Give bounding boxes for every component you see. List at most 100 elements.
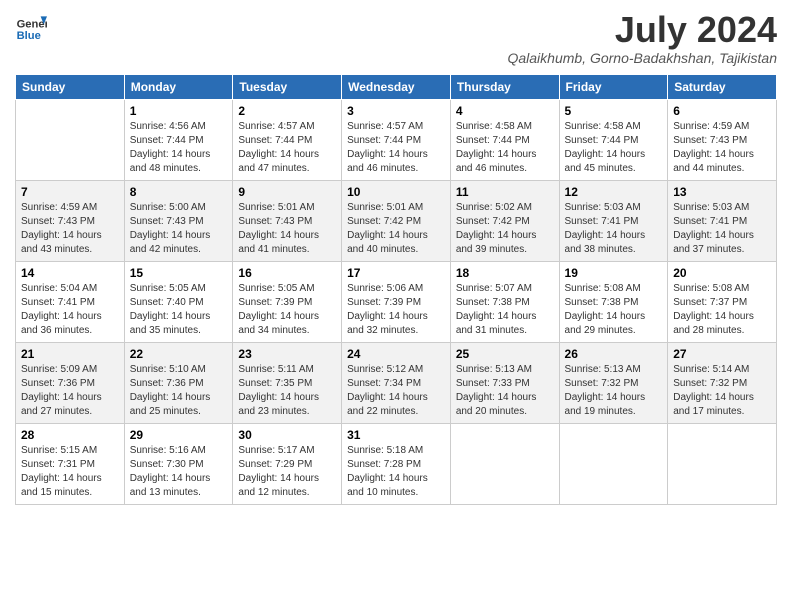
- day-number: 4: [456, 104, 554, 118]
- day-info: Sunrise: 4:58 AMSunset: 7:44 PMDaylight:…: [456, 120, 554, 176]
- day-info: Sunrise: 5:12 AMSunset: 7:34 PMDaylight:…: [347, 363, 445, 419]
- day-info: Sunrise: 5:17 AMSunset: 7:29 PMDaylight:…: [238, 444, 336, 500]
- calendar-table: SundayMondayTuesdayWednesdayThursdayFrid…: [15, 74, 777, 505]
- day-cell-7: 7Sunrise: 4:59 AMSunset: 7:43 PMDaylight…: [16, 180, 125, 261]
- day-info: Sunrise: 4:59 AMSunset: 7:43 PMDaylight:…: [21, 201, 119, 257]
- day-info: Sunrise: 5:00 AMSunset: 7:43 PMDaylight:…: [130, 201, 228, 257]
- day-info: Sunrise: 5:03 AMSunset: 7:41 PMDaylight:…: [673, 201, 771, 257]
- day-info: Sunrise: 5:05 AMSunset: 7:39 PMDaylight:…: [238, 282, 336, 338]
- day-cell-17: 17Sunrise: 5:06 AMSunset: 7:39 PMDayligh…: [342, 261, 451, 342]
- day-number: 20: [673, 266, 771, 280]
- day-cell-26: 26 Sunrise: 5:13 AMSunset: 7:32 PMDayligh…: [559, 342, 668, 423]
- day-number: 18: [456, 266, 554, 280]
- day-info: Sunrise: 5:08 AMSunset: 7:38 PMDaylight:…: [565, 282, 663, 338]
- subtitle: Qalaikhumb, Gorno-Badakhshan, Tajikistan: [507, 50, 777, 66]
- day-cell-30: 30 Sunrise: 5:17 AMSunset: 7:29 PMDayligh…: [233, 423, 342, 504]
- day-cell-29: 29 Sunrise: 5:16 AMSunset: 7:30 PMDayligh…: [124, 423, 233, 504]
- day-cell-27: 27 Sunrise: 5:14 AMSunset: 7:32 PMDayligh…: [668, 342, 777, 423]
- week-row-2: 7Sunrise: 4:59 AMSunset: 7:43 PMDaylight…: [16, 180, 777, 261]
- weekday-header-tuesday: Tuesday: [233, 74, 342, 99]
- day-number: 15: [130, 266, 228, 280]
- empty-cell: [450, 423, 559, 504]
- day-number: 1: [130, 104, 228, 118]
- weekday-header-sunday: Sunday: [16, 74, 125, 99]
- day-info: Sunrise: 5:10 AMSunset: 7:36 PMDaylight:…: [130, 363, 228, 419]
- day-cell-8: 8 Sunrise: 5:00 AMSunset: 7:43 PMDaylight…: [124, 180, 233, 261]
- day-number: 6: [673, 104, 771, 118]
- day-number: 13: [673, 185, 771, 199]
- day-info: Sunrise: 5:09 AMSunset: 7:36 PMDaylight:…: [21, 363, 119, 419]
- empty-cell: [16, 99, 125, 180]
- day-number: 23: [238, 347, 336, 361]
- day-info: Sunrise: 5:08 AMSunset: 7:37 PMDaylight:…: [673, 282, 771, 338]
- day-cell-4: 4 Sunrise: 4:58 AMSunset: 7:44 PMDaylight…: [450, 99, 559, 180]
- day-cell-21: 21 Sunrise: 5:09 AMSunset: 7:36 PMDayligh…: [16, 342, 125, 423]
- day-info: Sunrise: 4:57 AMSunset: 7:44 PMDaylight:…: [238, 120, 336, 176]
- main-container: General Blue July 2024 Qalaikhumb, Gorno…: [0, 0, 792, 612]
- day-cell-2: 2Sunrise: 4:57 AMSunset: 7:44 PMDaylight…: [233, 99, 342, 180]
- day-info: Sunrise: 5:15 AMSunset: 7:31 PMDaylight:…: [21, 444, 119, 500]
- day-cell-24: 24Sunrise: 5:12 AMSunset: 7:34 PMDayligh…: [342, 342, 451, 423]
- day-number: 26: [565, 347, 663, 361]
- day-number: 30: [238, 428, 336, 442]
- logo: General Blue: [15, 10, 47, 42]
- day-info: Sunrise: 5:02 AMSunset: 7:42 PMDaylight:…: [456, 201, 554, 257]
- day-cell-14: 14 Sunrise: 5:04 AMSunset: 7:41 PMDayligh…: [16, 261, 125, 342]
- day-number: 25: [456, 347, 554, 361]
- day-cell-12: 12 Sunrise: 5:03 AMSunset: 7:41 PMDayligh…: [559, 180, 668, 261]
- day-cell-16: 16 Sunrise: 5:05 AMSunset: 7:39 PMDayligh…: [233, 261, 342, 342]
- day-number: 8: [130, 185, 228, 199]
- day-cell-3: 3 Sunrise: 4:57 AMSunset: 7:44 PMDaylight…: [342, 99, 451, 180]
- day-cell-15: 15Sunrise: 5:05 AMSunset: 7:40 PMDayligh…: [124, 261, 233, 342]
- day-info: Sunrise: 5:11 AMSunset: 7:35 PMDaylight:…: [238, 363, 336, 419]
- day-cell-31: 31Sunrise: 5:18 AMSunset: 7:28 PMDayligh…: [342, 423, 451, 504]
- day-number: 19: [565, 266, 663, 280]
- week-row-3: 14 Sunrise: 5:04 AMSunset: 7:41 PMDayligh…: [16, 261, 777, 342]
- day-info: Sunrise: 4:56 AMSunset: 7:44 PMDaylight:…: [130, 120, 228, 176]
- day-cell-19: 19 Sunrise: 5:08 AMSunset: 7:38 PMDayligh…: [559, 261, 668, 342]
- day-number: 28: [21, 428, 119, 442]
- day-cell-6: 6Sunrise: 4:59 AMSunset: 7:43 PMDaylight…: [668, 99, 777, 180]
- day-cell-9: 9 Sunrise: 5:01 AMSunset: 7:43 PMDaylight…: [233, 180, 342, 261]
- day-cell-11: 11 Sunrise: 5:02 AMSunset: 7:42 PMDayligh…: [450, 180, 559, 261]
- day-number: 14: [21, 266, 119, 280]
- day-info: Sunrise: 5:01 AMSunset: 7:42 PMDaylight:…: [347, 201, 445, 257]
- day-number: 11: [456, 185, 554, 199]
- day-number: 29: [130, 428, 228, 442]
- day-number: 12: [565, 185, 663, 199]
- weekday-header-monday: Monday: [124, 74, 233, 99]
- day-info: Sunrise: 5:03 AMSunset: 7:41 PMDaylight:…: [565, 201, 663, 257]
- day-number: 27: [673, 347, 771, 361]
- day-info: Sunrise: 5:16 AMSunset: 7:30 PMDaylight:…: [130, 444, 228, 500]
- day-number: 10: [347, 185, 445, 199]
- weekday-header-wednesday: Wednesday: [342, 74, 451, 99]
- title-block: July 2024 Qalaikhumb, Gorno-Badakhshan, …: [507, 10, 777, 66]
- week-row-1: 1 Sunrise: 4:56 AMSunset: 7:44 PMDaylight…: [16, 99, 777, 180]
- empty-cell: [559, 423, 668, 504]
- day-cell-10: 10 Sunrise: 5:01 AMSunset: 7:42 PMDayligh…: [342, 180, 451, 261]
- day-info: Sunrise: 5:14 AMSunset: 7:32 PMDaylight:…: [673, 363, 771, 419]
- day-number: 17: [347, 266, 445, 280]
- svg-text:Blue: Blue: [17, 30, 41, 42]
- day-cell-23: 23 Sunrise: 5:11 AMSunset: 7:35 PMDayligh…: [233, 342, 342, 423]
- day-cell-13: 13 Sunrise: 5:03 AMSunset: 7:41 PMDayligh…: [668, 180, 777, 261]
- day-number: 9: [238, 185, 336, 199]
- day-info: Sunrise: 5:13 AMSunset: 7:32 PMDaylight:…: [565, 363, 663, 419]
- day-number: 21: [21, 347, 119, 361]
- header: General Blue July 2024 Qalaikhumb, Gorno…: [15, 10, 777, 66]
- header-row: SundayMondayTuesdayWednesdayThursdayFrid…: [16, 74, 777, 99]
- day-cell-20: 20 Sunrise: 5:08 AMSunset: 7:37 PMDayligh…: [668, 261, 777, 342]
- day-info: Sunrise: 5:01 AMSunset: 7:43 PMDaylight:…: [238, 201, 336, 257]
- weekday-header-friday: Friday: [559, 74, 668, 99]
- day-info: Sunrise: 4:58 AMSunset: 7:44 PMDaylight:…: [565, 120, 663, 176]
- day-cell-25: 25Sunrise: 5:13 AMSunset: 7:33 PMDayligh…: [450, 342, 559, 423]
- logo-icon: General Blue: [15, 10, 47, 42]
- day-number: 3: [347, 104, 445, 118]
- day-info: Sunrise: 5:07 AMSunset: 7:38 PMDaylight:…: [456, 282, 554, 338]
- day-cell-18: 18 Sunrise: 5:07 AMSunset: 7:38 PMDayligh…: [450, 261, 559, 342]
- day-info: Sunrise: 5:18 AMSunset: 7:28 PMDaylight:…: [347, 444, 445, 500]
- day-info: Sunrise: 4:57 AMSunset: 7:44 PMDaylight:…: [347, 120, 445, 176]
- day-number: 16: [238, 266, 336, 280]
- week-row-4: 21 Sunrise: 5:09 AMSunset: 7:36 PMDayligh…: [16, 342, 777, 423]
- day-info: Sunrise: 5:04 AMSunset: 7:41 PMDaylight:…: [21, 282, 119, 338]
